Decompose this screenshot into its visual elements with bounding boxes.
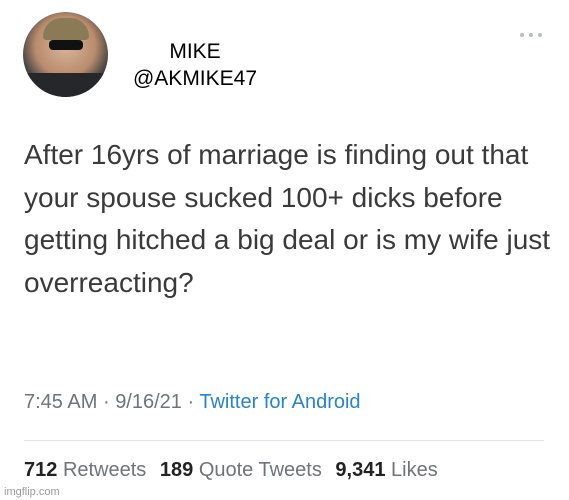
retweets-label: Retweets <box>62 459 147 481</box>
quotes-label: Quote Tweets <box>198 459 322 481</box>
divider <box>24 440 544 441</box>
tweet-stats: 712 Retweets 189 Quote Tweets 9,341 Like… <box>24 459 438 482</box>
tweet-time: 7:45 AM <box>24 391 98 413</box>
tweet-source-link[interactable]: Twitter for Android <box>199 391 360 413</box>
likes-count: 9,341 <box>335 459 386 481</box>
watermark: imgflip.com <box>4 486 60 498</box>
avatar-glasses <box>49 40 83 50</box>
more-dots-icon[interactable] <box>520 30 542 40</box>
avatar[interactable] <box>23 12 108 97</box>
quotes-count: 189 <box>159 459 194 481</box>
likes-stat[interactable]: 9,341 Likes <box>335 459 437 481</box>
tweet-date[interactable]: 9/16/21 <box>115 391 182 413</box>
author-name: MIKE <box>169 40 221 63</box>
author-handle: @AKMIKE47 <box>132 67 258 90</box>
likes-label: Likes <box>391 459 438 481</box>
avatar-cap <box>43 18 89 40</box>
retweets-count: 712 <box>24 459 58 481</box>
tweet-text: After 16yrs of marriage is finding out t… <box>24 139 551 298</box>
author-block[interactable]: MIKE @AKMIKE47 <box>120 38 270 92</box>
avatar-shirt <box>23 73 108 97</box>
retweets-stat[interactable]: 712 Retweets <box>24 459 146 481</box>
tweet-meta: 7:45 AM · 9/16/21 · Twitter for Android <box>24 391 361 414</box>
meta-separator: · <box>187 391 195 413</box>
quotes-stat[interactable]: 189 Quote Tweets <box>160 459 322 481</box>
meta-separator: · <box>102 391 110 413</box>
